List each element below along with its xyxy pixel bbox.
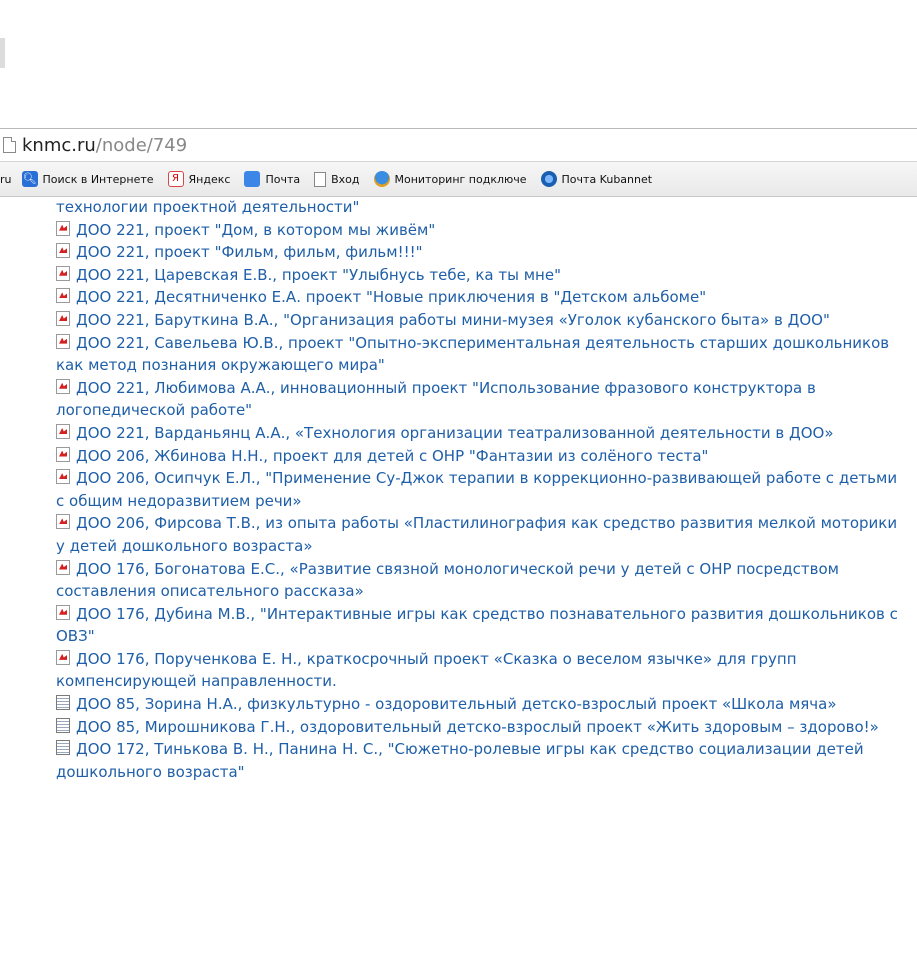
pdf-icon [56,378,70,394]
pdf-icon [56,423,70,439]
link-text[interactable]: технологии проектной деятельности" [56,198,359,216]
link-text[interactable]: ДОО 176, Богонатова Е.С., «Развитие связ… [56,560,839,601]
list-item[interactable]: ДОО 221, Савельева Ю.В., проект "Опытно-… [56,332,906,377]
bookmarks-bar: ru 🔍︎ Поиск в Интернете Я Яндекс Почта В… [0,162,917,197]
bookmark-label: Мониторинг подключе [394,172,527,186]
link-text[interactable]: ДОО 85, Мирошникова Г.Н., оздоровительны… [76,718,879,736]
document-list: технологии проектной деятельности" ДОО 2… [56,196,906,783]
link-text[interactable]: ДОО 221, Баруткина В.А., "Организация ра… [76,311,830,329]
link-text[interactable]: ДОО 176, Дубина М.В., "Интерактивные игр… [56,605,898,646]
bookmark-kubannet[interactable]: Почта Kubannet [540,171,653,187]
link-text[interactable]: ДОО 221, Любимова А.А., инновационный пр… [56,379,816,420]
list-item[interactable]: ДОО 221, проект "Фильм, фильм, фильм!!!" [56,241,906,264]
link-text[interactable]: ДОО 221, Савельева Ю.В., проект "Опытно-… [56,334,889,375]
pdf-icon [56,469,70,485]
list-item[interactable]: ДОО 176, Дубина М.В., "Интерактивные игр… [56,603,906,648]
bookmark-label: Почта [265,172,301,186]
browser-top-area [0,0,917,129]
link-text[interactable]: ДОО 221, Десятниченко Е.А. проект "Новые… [76,288,706,306]
list-item[interactable]: ДОО 206, Фирсова Т.В., из опыта работы «… [56,512,906,557]
list-item[interactable]: ДОО 221, Десятниченко Е.А. проект "Новые… [56,286,906,309]
bookmark-label: Яндекс [188,172,231,186]
list-item[interactable]: ДОО 85, Мирошникова Г.Н., оздоровительны… [56,716,906,739]
yandex-icon: Я [167,171,184,187]
link-text[interactable]: ДОО 221, Царевская Е.В., проект "Улыбнус… [76,266,561,284]
bookmark-mail[interactable]: Почта [244,171,300,187]
pdf-icon [56,604,70,620]
left-edge-fragment [0,38,5,68]
doc-icon [56,740,70,756]
link-text[interactable]: ДОО 206, Осипчук Е.Л., "Применение Су-Дж… [56,469,897,510]
link-text[interactable]: ДОО 221, проект "Дом, в котором мы живём… [76,221,435,239]
pdf-icon [56,265,70,281]
pdf-icon [56,333,70,349]
list-item[interactable]: ДОО 221, проект "Дом, в котором мы живём… [56,219,906,242]
pdf-icon [56,288,70,304]
bookmark-label: Поиск в Интернете [42,172,154,186]
list-item[interactable]: ДОО 221, Баруткина В.А., "Организация ра… [56,309,906,332]
doc-icon [56,695,70,711]
list-item[interactable]: ДОО 206, Осипчук Е.Л., "Применение Су-Дж… [56,467,906,512]
pdf-icon [56,649,70,665]
list-item[interactable]: ДОО 172, Тинькова В. Н., Панина Н. С., "… [56,738,906,783]
link-text[interactable]: ДОО 85, Зорина Н.А., физкультурно - оздо… [76,695,837,713]
link-text[interactable]: ДОО 206, Жбинова Н.Н., проект для детей … [76,447,708,465]
link-text[interactable]: ДОО 176, Порученкова Е. Н., краткосрочны… [56,650,797,691]
link-text[interactable]: ДОО 172, Тинькова В. Н., Панина Н. С., "… [56,740,864,781]
bookmark-fragment[interactable]: ru [0,173,12,186]
pdf-icon [56,514,70,530]
list-item[interactable]: ДОО 176, Порученкова Е. Н., краткосрочны… [56,648,906,693]
kubannet-mail-icon [540,171,557,187]
url-path: /node/749 [95,134,188,156]
link-text[interactable]: ДОО 221, проект "Фильм, фильм, фильм!!!" [76,243,423,261]
pdf-icon [56,310,70,326]
list-item[interactable]: ДОО 221, Варданьянц А.А., «Технология ор… [56,422,906,445]
doc-icon [56,717,70,733]
list-item[interactable]: ДОО 221, Любимова А.А., инновационный пр… [56,377,906,422]
link-text[interactable]: ДОО 221, Варданьянц А.А., «Технология ор… [76,424,834,442]
link-text[interactable]: ДОО 206, Фирсова Т.В., из опыта работы «… [56,514,897,555]
bookmark-label: Вход [331,172,360,186]
bookmark-label: Почта Kubannet [561,172,653,186]
pdf-icon [56,220,70,236]
monitoring-icon [373,171,390,187]
pdf-icon [56,243,70,259]
page-icon [3,137,16,153]
url-domain: knmc.ru [22,134,96,156]
list-item-lead[interactable]: технологии проектной деятельности" [56,196,906,219]
page-icon [314,171,327,187]
mail-icon [244,171,261,187]
search-icon: 🔍︎ [21,171,38,187]
bookmark-monitoring[interactable]: Мониторинг подключе [373,171,527,187]
list-item[interactable]: ДОО 85, Зорина Н.А., физкультурно - оздо… [56,693,906,716]
list-item[interactable]: ДОО 221, Царевская Е.В., проект "Улыбнус… [56,264,906,287]
bookmark-search[interactable]: 🔍︎ Поиск в Интернете [21,171,154,187]
pdf-icon [56,559,70,575]
list-item[interactable]: ДОО 176, Богонатова Е.С., «Развитие связ… [56,558,906,603]
bookmark-yandex[interactable]: Я Яндекс [167,171,231,187]
list-item[interactable]: ДОО 206, Жбинова Н.Н., проект для детей … [56,445,906,468]
pdf-icon [56,446,70,462]
bookmark-login[interactable]: Вход [314,171,360,187]
address-bar[interactable]: knmc.ru/node/749 [0,129,917,162]
